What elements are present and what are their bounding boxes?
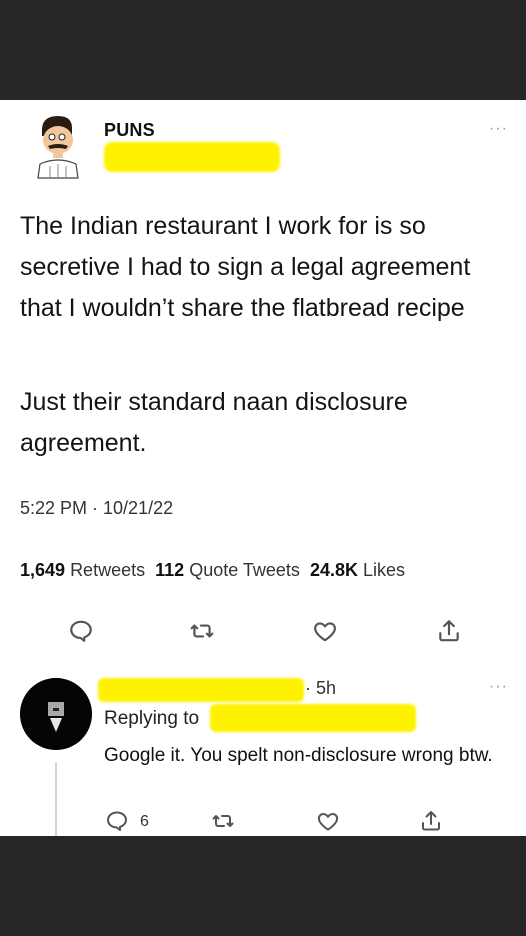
likes-label: Likes (363, 560, 406, 580)
reply-name-redaction (98, 678, 304, 702)
tweet-text-paragraph-2: Just their standard naan disclosure agre… (20, 388, 408, 457)
retweets-count: 1,649 (20, 560, 66, 580)
retweets-stat[interactable]: 1,649 Retweets (20, 560, 145, 580)
retweet-icon (212, 815, 234, 827)
retweet-icon (190, 624, 214, 638)
like-icon (314, 622, 336, 642)
likes-stat[interactable]: 24.8K Likes (310, 560, 405, 580)
like-icon (317, 813, 339, 831)
reply-text: Google it. You spelt non-disclosure wron… (104, 745, 493, 766)
retweet-button[interactable] (187, 616, 217, 646)
reply-more-icon[interactable]: ··· (489, 678, 508, 696)
more-icon[interactable]: ··· (489, 120, 508, 138)
like-button[interactable] (310, 616, 340, 646)
retweets-label: Retweets (70, 560, 146, 580)
reply-share-button[interactable] (416, 806, 446, 836)
quotes-label: Quote Tweets (189, 560, 300, 580)
tweet-stats: 1,649 Retweets 112 Quote Tweets 24.8K Li… (20, 560, 405, 581)
display-name[interactable]: PUNS (104, 120, 155, 141)
replying-to-redaction (210, 704, 416, 732)
reply-retweet-button[interactable] (208, 806, 238, 836)
likes-count: 24.8K (309, 560, 358, 580)
share-icon (439, 620, 459, 642)
reply-icon (70, 620, 92, 642)
quotes-stat[interactable]: 112 Quote Tweets (155, 560, 300, 580)
avatar[interactable] (28, 110, 88, 180)
tweet-text-paragraph-1: The Indian restaurant I work for is so s… (20, 212, 471, 322)
share-button[interactable] (434, 616, 464, 646)
reply-reply-button[interactable] (102, 806, 132, 836)
reply-like-button[interactable] (313, 806, 343, 836)
reply-icon (107, 811, 127, 831)
handle-redaction (104, 142, 280, 172)
replying-to-label: Replying to (104, 708, 200, 729)
screenshot-frame: { "tweet": { "display_name": "PUNS", "te… (0, 0, 526, 936)
quotes-count: 112 (155, 560, 185, 580)
reply-timestamp[interactable]: · 5h (305, 678, 336, 699)
reply-button[interactable] (66, 616, 96, 646)
tweet-card: PUNS ··· The Indian restaurant I work fo… (0, 100, 526, 836)
tweet-timestamp[interactable]: 5:22 PM · 10/21/22 (20, 498, 173, 519)
reply-count: 6 (140, 813, 149, 830)
thread-line (55, 762, 57, 836)
share-icon (422, 811, 440, 831)
reply-avatar[interactable] (20, 678, 92, 750)
